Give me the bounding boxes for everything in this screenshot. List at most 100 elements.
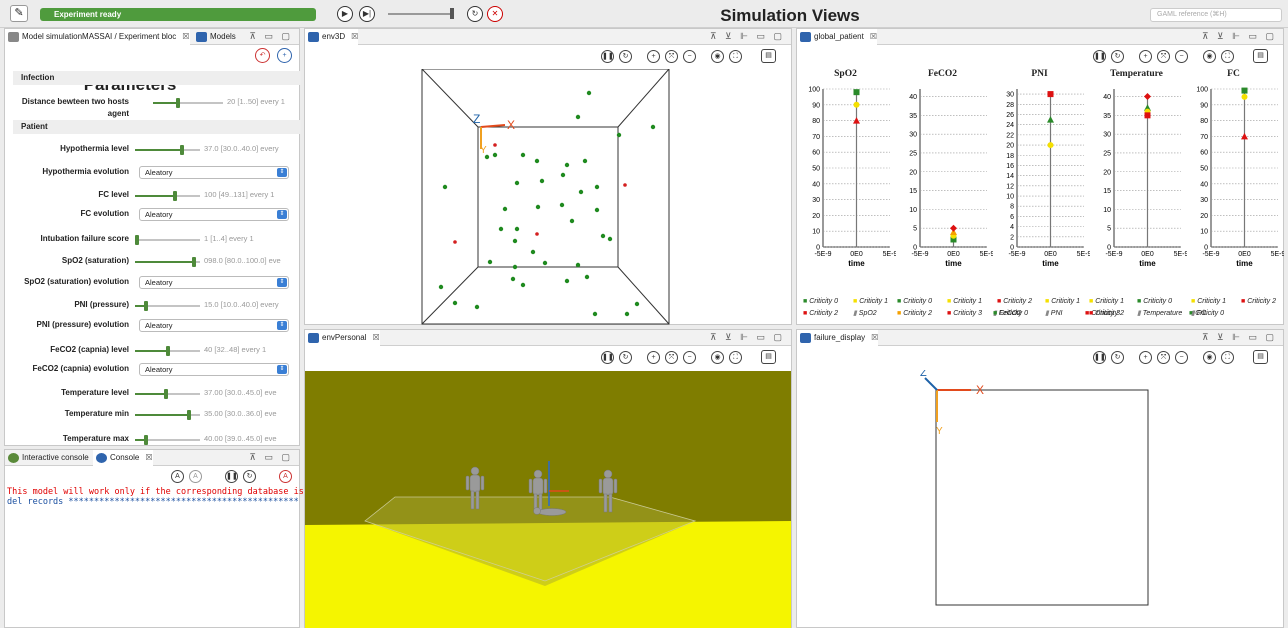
param-slider-knob[interactable] (186, 410, 191, 420)
param-slider[interactable] (135, 389, 200, 399)
param-value[interactable]: 100 [49..131] every 1 (204, 189, 299, 201)
param-value[interactable]: 40.00 [39.0..45.0] eve (204, 433, 299, 445)
layers-menu-icon[interactable]: ▤ (761, 49, 776, 63)
fullscreen-icon[interactable]: ⛶ (729, 50, 742, 63)
close-tab-icon[interactable]: ☒ (145, 453, 152, 462)
layers-menu-icon[interactable]: ▤ (1253, 350, 1268, 364)
window-controls[interactable]: ⊼ ⊻ ⊩ ▭ ▢ (710, 330, 785, 345)
close-experiment-icon[interactable]: ✕ (487, 6, 503, 22)
reload-icon[interactable]: ↻ (467, 6, 483, 22)
param-value[interactable]: 37.00 [30.0..45.0] eve (204, 387, 299, 399)
zoom-in-icon[interactable]: + (647, 351, 660, 364)
param-slider[interactable] (153, 98, 223, 108)
add-parameter-icon[interactable]: + (277, 48, 292, 63)
param-slider-knob[interactable] (191, 257, 196, 267)
pause-console-icon[interactable]: ❚❚ (225, 470, 238, 483)
param-slider[interactable] (135, 235, 200, 245)
close-tab-icon[interactable]: ☒ (870, 32, 877, 41)
tab-failure-display[interactable]: failure_display ☒ (797, 330, 879, 346)
window-controls[interactable]: ⊼ ▭ ▢ (249, 450, 293, 465)
pause-icon[interactable]: ❚❚ (601, 50, 614, 63)
layers-menu-icon[interactable]: ▤ (1253, 49, 1268, 63)
close-tab-icon[interactable]: ☒ (372, 333, 379, 342)
section-header-infection[interactable]: Infection (13, 71, 301, 85)
font-decrease-icon[interactable]: A (189, 470, 202, 483)
tab-models[interactable]: Models (193, 29, 236, 45)
fullscreen-icon[interactable]: ⛶ (1221, 351, 1234, 364)
revert-icon[interactable]: ↶ (255, 48, 270, 63)
zoom-in-icon[interactable]: + (1139, 351, 1152, 364)
font-increase-icon[interactable]: A (171, 470, 184, 483)
window-controls[interactable]: ⊼ ⊻ ⊩ ▭ ▢ (710, 29, 785, 44)
param-slider[interactable] (135, 145, 200, 155)
param-select[interactable]: Aleatory ⇕ (139, 319, 289, 332)
tab-global-patient[interactable]: global_patient ☒ (797, 29, 877, 45)
param-slider[interactable] (135, 435, 200, 445)
param-value[interactable]: 098.0 [80.0..100.0] eve (204, 255, 299, 267)
tab-experiment[interactable]: Model simulationMASSAI / Experiment bloc… (5, 29, 190, 45)
param-select[interactable]: Aleatory ⇕ (139, 208, 289, 221)
failure-canvas[interactable]: Z X Y (797, 370, 1283, 628)
param-slider-knob[interactable] (179, 145, 184, 155)
zoom-fit-icon[interactable]: ⤧ (665, 351, 678, 364)
pause-icon[interactable]: ❚❚ (1093, 351, 1106, 364)
param-slider-knob[interactable] (135, 235, 139, 245)
param-slider-knob[interactable] (175, 98, 180, 108)
snapshot-icon[interactable]: ◉ (711, 351, 724, 364)
param-slider-knob[interactable] (144, 301, 149, 311)
param-select[interactable]: Aleatory ⇕ (139, 363, 289, 376)
clear-console-icon[interactable]: A (279, 470, 292, 483)
param-select[interactable]: Aleatory ⇕ (139, 166, 289, 179)
pause-icon[interactable]: ❚❚ (601, 351, 614, 364)
snapshot-icon[interactable]: ◉ (1203, 50, 1216, 63)
step-icon[interactable]: ▶| (359, 6, 375, 22)
zoom-fit-icon[interactable]: ⤧ (1157, 50, 1170, 63)
param-slider-knob[interactable] (165, 346, 170, 356)
sync-icon[interactable]: ↻ (1111, 50, 1124, 63)
section-header-patient[interactable]: Patient (13, 120, 301, 134)
window-controls[interactable]: ⊼ ▭ ▢ (249, 29, 293, 44)
sync-icon[interactable]: ↻ (619, 351, 632, 364)
tab-console[interactable]: Console ☒ (93, 450, 153, 466)
zoom-fit-icon[interactable]: ⤧ (665, 50, 678, 63)
param-slider[interactable] (135, 410, 200, 420)
snapshot-icon[interactable]: ◉ (1203, 351, 1216, 364)
param-slider-knob[interactable] (173, 191, 178, 201)
zoom-out-icon[interactable]: − (683, 351, 696, 364)
param-value[interactable]: 20 [1..50] every 1 (227, 96, 299, 108)
zoom-in-icon[interactable]: + (647, 50, 660, 63)
speed-slider[interactable] (388, 13, 454, 15)
play-icon[interactable]: ▶ (337, 6, 353, 22)
param-value[interactable]: 37.0 [30.0..40.0] every (204, 143, 299, 155)
gaml-search-input[interactable]: GAML reference (⌘H) (1150, 8, 1282, 22)
close-tab-icon[interactable]: ☒ (351, 32, 358, 41)
param-select[interactable]: Aleatory ⇕ (139, 276, 289, 289)
layers-menu-icon[interactable]: ▤ (761, 350, 776, 364)
zoom-out-icon[interactable]: − (683, 50, 696, 63)
param-slider-knob[interactable] (144, 435, 149, 445)
speed-slider-knob[interactable] (450, 8, 454, 19)
snapshot-icon[interactable]: ◉ (711, 50, 724, 63)
zoom-in-icon[interactable]: + (1139, 50, 1152, 63)
edit-icon[interactable]: ✎ (10, 5, 28, 22)
window-controls[interactable]: ⊼ ⊻ ⊩ ▭ ▢ (1202, 29, 1277, 44)
param-value[interactable]: 40 [32..48] every 1 (204, 344, 299, 356)
zoom-fit-icon[interactable]: ⤧ (1157, 351, 1170, 364)
tab-envpersonal[interactable]: envPersonal ☒ (305, 330, 380, 346)
param-slider[interactable] (135, 191, 200, 201)
sync-icon[interactable]: ↻ (619, 50, 632, 63)
param-value[interactable]: 35.00 [30.0..36.0] eve (204, 408, 299, 420)
sync-icon[interactable]: ↻ (1111, 351, 1124, 364)
close-tab-icon[interactable]: ☒ (182, 32, 189, 41)
window-controls[interactable]: ⊼ ⊻ ⊩ ▭ ▢ (1202, 330, 1277, 345)
param-slider-knob[interactable] (163, 389, 168, 399)
param-value[interactable]: 15.0 [10.0..40.0] every (204, 299, 299, 311)
tab-env3d[interactable]: env3D ☒ (305, 29, 359, 45)
param-value[interactable]: 1 [1..4] every 1 (204, 233, 299, 245)
envpersonal-canvas[interactable] (305, 371, 791, 628)
fullscreen-icon[interactable]: ⛶ (1221, 50, 1234, 63)
pause-icon[interactable]: ❚❚ (1093, 50, 1106, 63)
zoom-out-icon[interactable]: − (1175, 351, 1188, 364)
param-slider[interactable] (135, 301, 200, 311)
param-slider[interactable] (135, 346, 200, 356)
